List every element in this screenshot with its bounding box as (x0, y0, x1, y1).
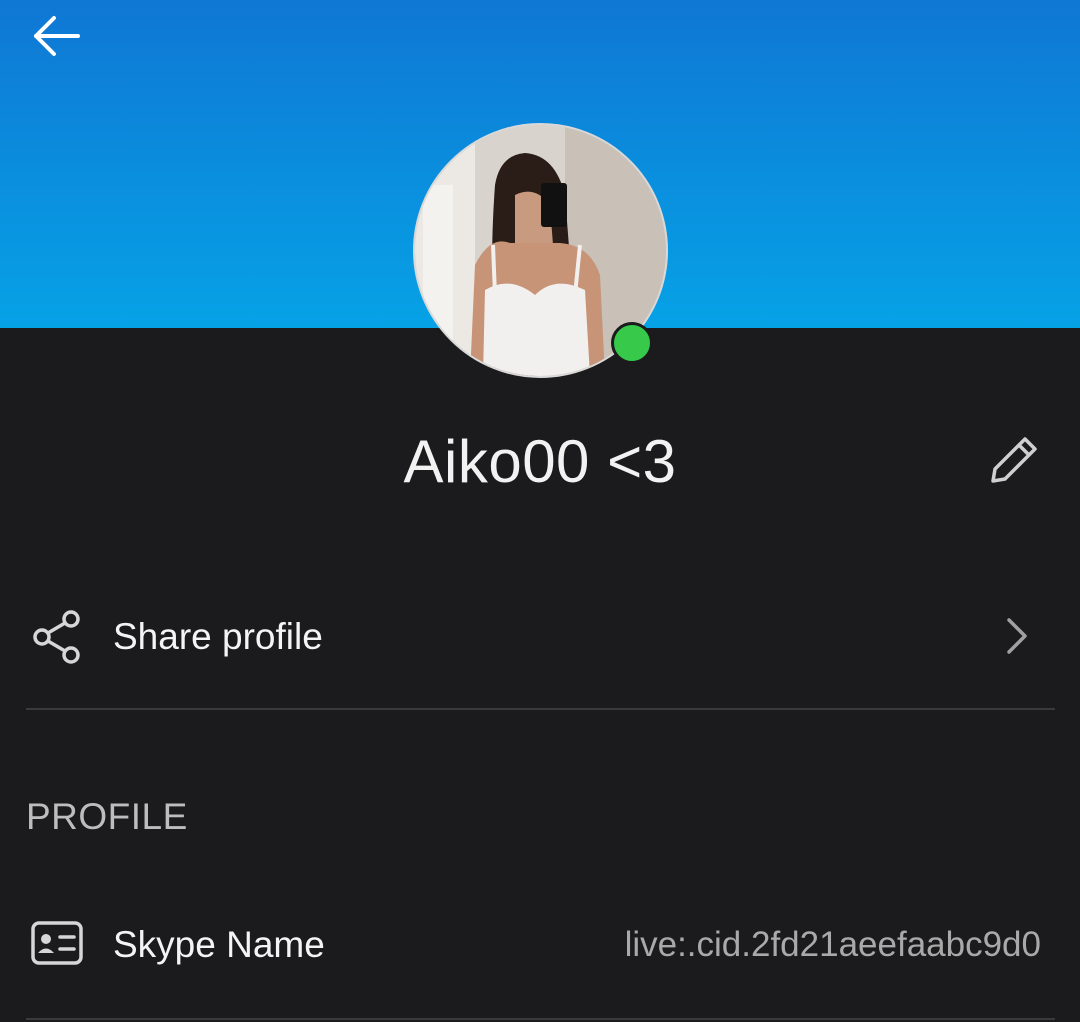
skype-name-label: Skype Name (113, 924, 325, 965)
divider (26, 708, 1055, 710)
divider (26, 1018, 1055, 1020)
arrow-left-icon (34, 16, 80, 56)
back-button[interactable] (24, 8, 88, 64)
share-profile-label: Share profile (113, 616, 323, 657)
section-header-profile: PROFILE (26, 796, 188, 837)
presence-online-indicator (611, 322, 653, 364)
skype-name-value: live:.cid.2fd21aeefaabc9d0 (624, 925, 1041, 964)
contact-card-icon (31, 921, 83, 965)
share-icon (33, 610, 80, 664)
pencil-icon (991, 437, 1037, 483)
display-name: Aiko00 <3 (403, 428, 677, 495)
chevron-right-icon (1007, 618, 1027, 654)
skype-name-row[interactable]: Skype Name live:.cid.2fd21aeefaabc9d0 (26, 892, 1055, 1002)
edit-profile-button[interactable] (978, 424, 1050, 496)
share-profile-row[interactable]: Share profile (26, 582, 1055, 692)
avatar-container (413, 123, 668, 378)
